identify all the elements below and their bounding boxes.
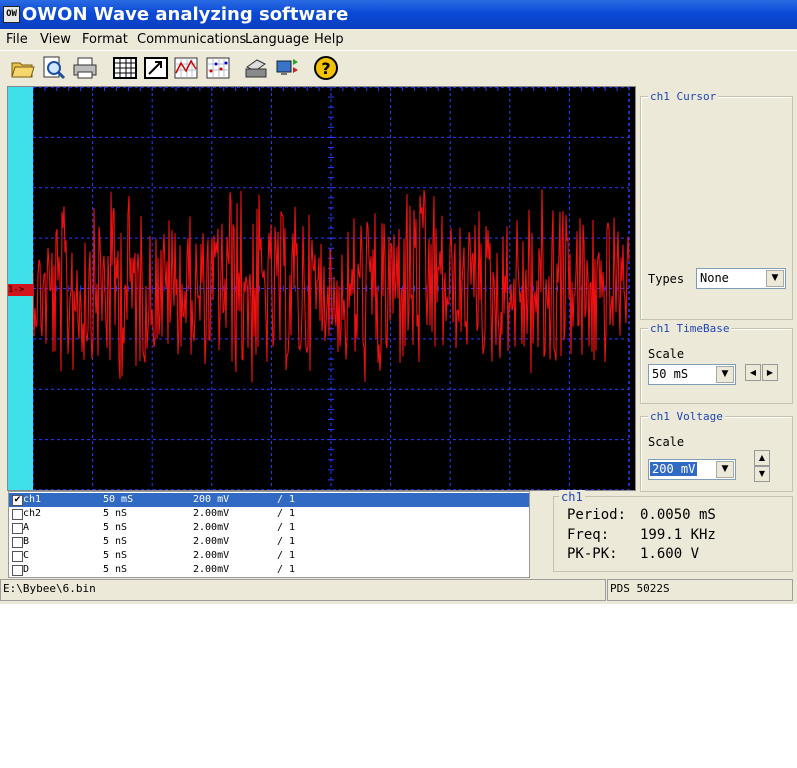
toolbar: ? (0, 50, 797, 85)
channel-name: C (23, 550, 30, 561)
help-icon[interactable]: ? (313, 55, 339, 81)
channel-ratio: / 1 (277, 550, 296, 561)
voltage-down-button[interactable]: ▼ (754, 466, 770, 482)
cursor-panel-title: ch1 Cursor (648, 90, 719, 103)
voltage-panel (640, 416, 793, 492)
channel-checkbox[interactable] (12, 523, 23, 534)
channel-name: B (23, 536, 30, 547)
channel-checkbox[interactable] (12, 565, 23, 576)
chevron-down-icon[interactable]: ▼ (716, 461, 734, 478)
channel-ratio: / 1 (277, 508, 296, 519)
channel-volt: 2.00mV (193, 522, 230, 533)
timebase-scale-label: Scale (648, 347, 685, 361)
pkpk-value: 1.600 V (640, 546, 700, 562)
waveform-display[interactable]: 1-> (7, 86, 636, 491)
menu-help[interactable]: Help (314, 32, 344, 47)
timebase-decrease-button[interactable]: ◀ (745, 364, 761, 381)
grid-table-icon[interactable] (112, 55, 138, 81)
channel-row-ch1[interactable]: ✔ ch1 50 mS 200 mV / 1 (9, 493, 529, 507)
channel-1-marker[interactable]: 1-> (8, 284, 33, 296)
owon-app-icon[interactable]: OW (3, 6, 20, 23)
menu-communications[interactable]: Communications (137, 32, 246, 47)
zoom-search-icon[interactable] (41, 55, 67, 81)
channel-ratio: / 1 (277, 536, 296, 547)
menu-format[interactable]: Format (82, 32, 128, 47)
voltage-scale-select[interactable]: 200 mV ▼ (648, 459, 736, 480)
timebase-panel-title: ch1 TimeBase (648, 322, 732, 335)
pkpk-label: PK-PK: (567, 546, 618, 562)
channel-name: ch1 (23, 494, 42, 505)
channel-checkbox[interactable] (12, 509, 23, 520)
open-folder-icon[interactable] (10, 55, 36, 81)
print-icon[interactable] (72, 55, 98, 81)
channel-time: 5 nS (103, 564, 128, 575)
channel-name: D (23, 564, 30, 575)
cursor-types-select[interactable]: None ▼ (696, 268, 786, 289)
voltage-scale-label: Scale (648, 435, 685, 449)
channel-volt: 2.00mV (193, 564, 230, 575)
channel-checkbox[interactable] (12, 551, 23, 562)
channel-volt: 200 mV (193, 494, 230, 505)
cursor-types-value: None (700, 271, 729, 285)
point-chart-icon[interactable] (205, 55, 231, 81)
channel-ratio: / 1 (277, 522, 296, 533)
communication-icon[interactable] (275, 55, 301, 81)
app-window: OW OWON Wave analyzing software File Vie… (0, 0, 797, 604)
channel-time: 5 nS (103, 508, 128, 519)
menu-view[interactable]: View (40, 32, 71, 47)
file-path-text: E:\Bybee\6.bin (3, 582, 96, 595)
channel-ratio: / 1 (277, 564, 296, 575)
freq-label: Freq: (567, 527, 610, 543)
channel-ratio: / 1 (277, 494, 296, 505)
channel-time: 5 nS (103, 550, 128, 561)
channel-row-b[interactable]: B 5 nS 2.00mV / 1 (9, 535, 529, 549)
status-file-path: E:\Bybee\6.bin (0, 579, 606, 601)
timebase-scale-value: 50 mS (652, 367, 689, 381)
channel-time: 50 mS (103, 494, 134, 505)
channel-row-c[interactable]: C 5 nS 2.00mV / 1 (9, 549, 529, 563)
period-value: 0.0050 mS (640, 507, 716, 523)
channel-row-a[interactable]: A 5 nS 2.00mV / 1 (9, 521, 529, 535)
timebase-increase-button[interactable]: ▶ (762, 364, 778, 381)
menu-file[interactable]: File (6, 32, 28, 47)
title-bar[interactable]: OW OWON Wave analyzing software (0, 0, 797, 29)
channel-name: A (23, 522, 30, 533)
channel-time: 5 nS (103, 536, 128, 547)
channel-volt: 2.00mV (193, 536, 230, 547)
svg-text:?: ? (321, 59, 330, 78)
channel-volt: 2.00mV (193, 508, 230, 519)
chevron-down-icon[interactable]: ▼ (766, 270, 784, 287)
window-title: OWON Wave analyzing software (22, 4, 349, 25)
channel-checkbox[interactable] (12, 537, 23, 548)
measurement-panel-title: ch1 (559, 490, 585, 504)
cursor-types-label: Types (648, 272, 685, 286)
voltage-scale-value: 200 mV (650, 462, 698, 476)
channel-checkbox[interactable]: ✔ (12, 495, 23, 506)
voltage-up-button[interactable]: ▲ (754, 450, 770, 466)
channel-row-ch2[interactable]: ch2 5 nS 2.00mV / 1 (9, 507, 529, 521)
channel-list: ✔ ch1 50 mS 200 mV / 1 ch2 5 nS 2.00mV / 1 A 5 nS 2… (8, 491, 530, 578)
printer-setup-icon[interactable] (243, 55, 269, 81)
waveform-plot (33, 87, 630, 490)
channel-volt: 2.00mV (193, 550, 230, 561)
channel-name: ch2 (23, 508, 42, 519)
freq-value: 199.1 KHz (640, 527, 716, 543)
menu-language[interactable]: Language (245, 32, 309, 47)
voltage-panel-title: ch1 Voltage (648, 410, 725, 423)
timebase-scale-select[interactable]: 50 mS ▼ (648, 364, 736, 385)
waveform-chart-icon[interactable] (173, 55, 199, 81)
device-model-text: PDS 5022S (610, 582, 670, 595)
period-label: Period: (567, 507, 627, 523)
status-device: PDS 5022S (607, 579, 793, 601)
chevron-down-icon[interactable]: ▼ (716, 366, 734, 383)
menu-bar: File View Format Communications Language… (0, 29, 797, 50)
channel-row-d[interactable]: D 5 nS 2.00mV / 1 (9, 563, 529, 577)
export-icon[interactable] (143, 55, 169, 81)
channel-time: 5 nS (103, 522, 128, 533)
